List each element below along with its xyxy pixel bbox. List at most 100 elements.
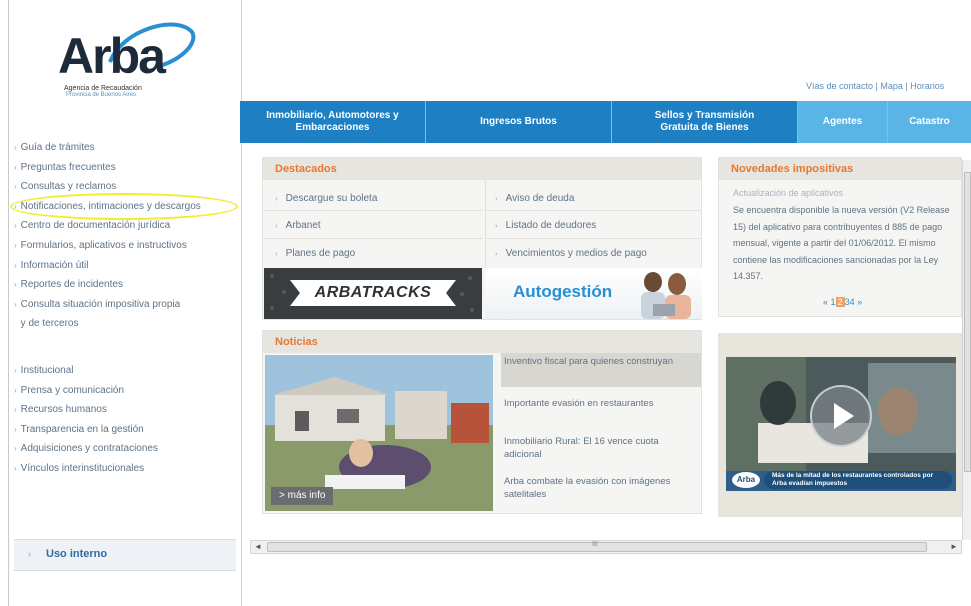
tab-label: Agentes	[822, 116, 863, 127]
arba-logo[interactable]: Arba Agencia de Recaudación Provincia de…	[58, 18, 198, 118]
destacados-link-arbanet[interactable]: › Arbanet	[275, 220, 321, 231]
uso-interno-link[interactable]: › Uso interno	[14, 539, 236, 571]
sidebar-item-vinculos[interactable]: › Vínculos interinstitucionales	[14, 459, 240, 479]
tab-agentes[interactable]: Agentes	[798, 101, 888, 143]
bullet-icon: ›	[28, 549, 31, 559]
horizontal-scrollbar[interactable]: ◄ III ►	[250, 540, 962, 554]
pagination-page-2-current[interactable]: 2	[835, 297, 845, 307]
noticias-panel: Noticias > más info Inventivo fiscal par…	[262, 330, 702, 514]
play-icon	[834, 403, 854, 429]
sidebar-item-adquisiciones[interactable]: › Adquisiciones y contrataciones	[14, 439, 240, 459]
novedad-body: Se encuentra disponible la nueva versión…	[733, 205, 950, 281]
sidebar-item-label: Formularios, aplicativos e instructivos	[20, 239, 187, 251]
sidebar-item-formularios[interactable]: › Formularios, aplicativos e instructivos	[14, 236, 240, 256]
novedades-pagination: « 1 2 34 »	[823, 297, 862, 307]
scroll-left-arrow-icon[interactable]: ◄	[251, 541, 265, 553]
autogestion-banner[interactable]: Autogestión	[485, 268, 702, 319]
sidebar-left-border	[8, 0, 9, 606]
bullet-icon: ›	[14, 162, 17, 172]
sidebar-item-consulta-situacion-cont[interactable]: ›y de terceros	[14, 314, 240, 334]
link-label: Listado de deudores	[505, 220, 597, 231]
link-label: Planes de pago	[285, 248, 356, 259]
logo-agency-name: Agencia de Recaudación	[64, 85, 142, 92]
video-arba-badge: Arba	[732, 472, 760, 488]
destacados-panel: Destacados › Descargue su boleta › Arbanet…	[262, 157, 702, 320]
news-item-incentivo[interactable]: Inventivo fiscal para quienes construyan	[501, 353, 701, 387]
logo-province-name: Provincia de Buenos Aires	[66, 92, 137, 98]
bullet-icon: ›	[275, 221, 278, 230]
link-label: Arbanet	[285, 220, 321, 231]
uso-interno-label: Uso interno	[46, 548, 108, 560]
destacados-link-planes[interactable]: › Planes de pago	[275, 248, 355, 259]
news-item-inmobiliario-rural[interactable]: Inmobiliario Rural: El 16 vence cuota ad…	[501, 433, 701, 463]
destacados-link-deudores[interactable]: › Listado de deudores	[495, 220, 596, 231]
destacados-divider	[485, 180, 486, 268]
bullet-icon: ›	[14, 143, 17, 152]
bullet-icon: ›	[14, 299, 17, 309]
sidebar-item-label: Preguntas frecuentes	[20, 161, 116, 173]
main-nav: Inmobiliario, Automotores y Embarcacione…	[240, 101, 971, 143]
sidebar-item-reportes-incidentes[interactable]: › Reportes de incidentes	[14, 275, 240, 295]
play-button[interactable]	[810, 385, 872, 447]
pagination-prev[interactable]: «	[823, 297, 828, 307]
sidebar-item-label: Información útil	[20, 259, 89, 271]
vertical-scrollbar-thumb[interactable]	[964, 172, 971, 472]
sidebar-menu-main: › Guía de trámites › Preguntas frecuentes …	[14, 138, 240, 334]
tab-label: Ingresos Brutos	[480, 116, 557, 127]
sidebar-item-informacion-util[interactable]: › Información útil	[14, 256, 240, 276]
sidebar-item-recursos-humanos[interactable]: › Recursos humanos	[14, 400, 240, 420]
arbatracks-banner[interactable]: ARBATRACKS	[264, 268, 482, 319]
sidebar-item-label: Vínculos interinstitucionales	[20, 462, 145, 474]
tab-inmobiliario[interactable]: Inmobiliario, Automotores y Embarcacione…	[240, 101, 426, 143]
novedades-panel: Novedades impositivas Actualización de a…	[718, 157, 962, 317]
highlight-ellipse	[10, 193, 238, 220]
scrollbar-thumb[interactable]: III	[267, 541, 927, 552]
bullet-icon: ›	[14, 366, 17, 375]
scroll-right-arrow-icon[interactable]: ►	[947, 541, 961, 553]
tab-ingresos-brutos[interactable]: Ingresos Brutos	[426, 101, 612, 143]
destacados-link-aviso[interactable]: › Aviso de deuda	[495, 193, 574, 204]
link-label: Descargue su boleta	[285, 193, 378, 204]
sidebar-item-label: Guía de trámites	[20, 142, 95, 153]
pagination-next[interactable]: »	[857, 297, 862, 307]
video-caption: Más de la mitad de los restaurantes cont…	[764, 471, 952, 489]
bullet-icon: ›	[14, 463, 17, 473]
separator	[265, 210, 483, 211]
link-label: Vencimientos y medios de pago	[505, 248, 647, 259]
bullet-icon: ›	[14, 385, 17, 395]
news-item-imagenes-satelitales[interactable]: Arba combate la evasión con imágenes sat…	[501, 473, 701, 503]
sidebar-item-label: Adquisiciones y contrataciones	[20, 443, 158, 455]
scrollbar-grip: III	[592, 541, 598, 548]
bullet-icon: ›	[14, 424, 17, 434]
sidebar-item-label: Consulta situación impositiva propia	[20, 298, 181, 310]
sidebar-item-preguntas-frecuentes[interactable]: › Preguntas frecuentes	[14, 158, 240, 178]
top-links[interactable]: Vías de contacto | Mapa | Horarios	[806, 81, 944, 91]
sidebar-item-institucional[interactable]: › Institucional	[14, 361, 240, 381]
sidebar-item-label: Consultas y reclamos	[20, 181, 117, 193]
sidebar-item-consulta-situacion[interactable]: › Consulta situación impositiva propia	[14, 295, 240, 315]
autogestion-label: Autogestión	[513, 282, 613, 301]
novedades-title: Novedades impositivas	[719, 158, 961, 180]
pagination-page-4[interactable]: 4	[850, 297, 855, 307]
tab-catastro[interactable]: Catastro	[888, 101, 971, 143]
bullet-icon: ›	[14, 405, 17, 415]
tab-label: Catastro	[909, 116, 950, 127]
sidebar-item-prensa[interactable]: › Prensa y comunicación	[14, 381, 240, 401]
bullet-icon: ›	[275, 194, 278, 203]
news-item-restaurantes[interactable]: Importante evasión en restaurantes	[501, 395, 701, 412]
sidebar-item-label: Reportes de incidentes	[20, 279, 123, 291]
destacados-link-boleta[interactable]: › Descargue su boleta	[275, 193, 377, 204]
mas-info-button[interactable]: > más info	[271, 487, 334, 505]
sidebar-item-label: Prensa y comunicación	[20, 384, 125, 396]
bullet-icon: ›	[14, 260, 17, 270]
destacados-link-vencimientos[interactable]: › Vencimientos y medios de pago	[495, 248, 647, 259]
sidebar-item-transparencia[interactable]: › Transparencia en la gestión	[14, 420, 240, 440]
vertical-scrollbar[interactable]	[962, 160, 971, 540]
video-panel[interactable]: Arba Más de la mitad de los restaurantes…	[718, 333, 962, 517]
tab-sellos[interactable]: Sellos y Transmisión Gratuita de Bienes	[612, 101, 798, 143]
pagination-page-1[interactable]: 1	[831, 297, 836, 307]
sidebar-item-guia-tramites[interactable]: › Guía de trámites	[14, 138, 240, 158]
tab-label: Sellos y Transmisión Gratuita de Bienes	[654, 110, 755, 133]
link-label: Aviso de deuda	[505, 193, 575, 204]
novedad-title[interactable]: Actualización de aplicativos	[733, 188, 843, 198]
